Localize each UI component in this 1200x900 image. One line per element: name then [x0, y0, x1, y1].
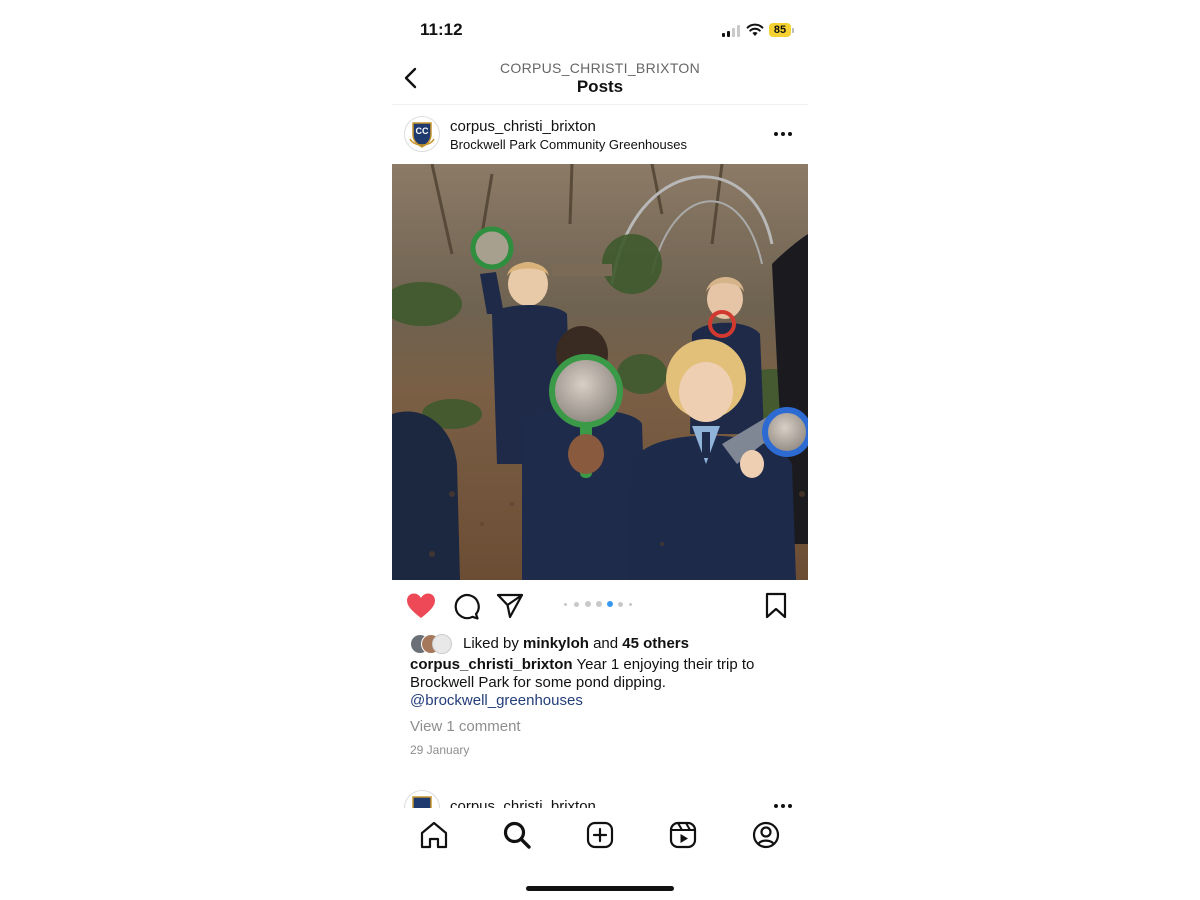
likes-text: Liked by minkyloh and 45 others [463, 635, 689, 652]
create-post-icon[interactable] [585, 820, 615, 850]
post-location[interactable]: Brockwell Park Community Greenhouses [450, 137, 687, 152]
liker-username[interactable]: minkyloh [523, 635, 589, 652]
comment-icon[interactable] [452, 592, 480, 620]
avatar[interactable] [404, 790, 440, 808]
post-actions [392, 590, 808, 624]
profile-icon[interactable] [751, 820, 781, 850]
page-header: CORPUS_CHRISTI_BRIXTON Posts [392, 52, 808, 105]
post-header: CC corpus_christi_brixton Brockwell Park… [392, 110, 808, 160]
crest-initials: CC [415, 126, 429, 136]
page-title: Posts [576, 77, 624, 96]
cellular-signal-icon [722, 25, 742, 37]
status-bar: 11:12 85 [392, 18, 808, 44]
likes-prefix: Liked by [463, 635, 524, 652]
post-photo[interactable] [392, 164, 808, 580]
wifi-icon [746, 23, 764, 36]
caption-mention[interactable]: @brockwell_greenhouses [410, 692, 583, 709]
view-comments-link[interactable]: View 1 comment [410, 718, 521, 735]
battery-indicator: 85 [769, 23, 791, 37]
post-image [392, 164, 808, 580]
header-account-name: CORPUS_CHRISTI_BRIXTON [499, 60, 701, 76]
next-post-username[interactable]: corpus_christi_brixton [450, 798, 596, 808]
liker-avatars [410, 634, 460, 654]
search-icon[interactable] [502, 820, 532, 850]
home-indicator[interactable] [526, 886, 674, 891]
bottom-tab-bar [392, 808, 808, 900]
share-icon[interactable] [496, 592, 524, 620]
likes-row[interactable]: Liked by minkyloh and 45 others [410, 634, 800, 654]
caption-username[interactable]: corpus_christi_brixton [410, 656, 573, 673]
bookmark-icon[interactable] [764, 592, 788, 620]
phone-screen: 11:12 85 CORPUS_CHRISTI_BRIXTON Posts CC… [392, 0, 808, 900]
liker-avatar [432, 634, 452, 654]
post-date: 29 January [410, 743, 470, 757]
likes-others[interactable]: 45 others [622, 635, 689, 652]
status-time: 11:12 [420, 20, 463, 39]
school-crest-icon [412, 796, 432, 808]
avatar[interactable]: CC [404, 116, 440, 152]
reels-icon[interactable] [668, 820, 698, 850]
heart-icon[interactable] [406, 592, 436, 620]
post-username[interactable]: corpus_christi_brixton [450, 118, 596, 135]
more-options-icon[interactable] [774, 124, 794, 144]
likes-joiner: and [588, 635, 623, 652]
next-post-header: corpus_christi_brixton [392, 788, 808, 808]
battery-tip [792, 28, 794, 33]
post-caption: corpus_christi_brixton Year 1 enjoying t… [410, 656, 790, 710]
home-icon[interactable] [419, 820, 449, 850]
